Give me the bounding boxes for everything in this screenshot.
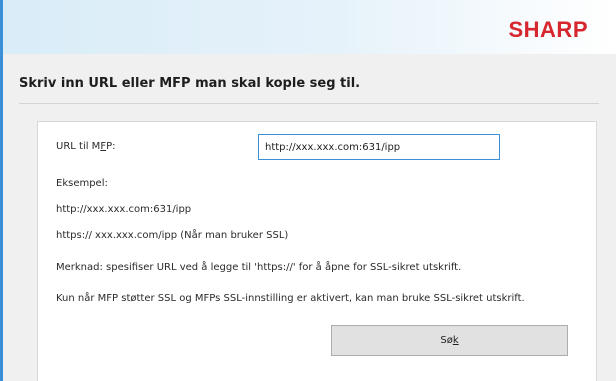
example-http-url: http://xxx.xxx.com:631/ipp <box>56 204 192 215</box>
ssl-note: Merknad: spesifiser URL ved å legge til … <box>56 262 462 273</box>
ssl-info: Kun når MFP støtter SSL og MFPs SSL-inns… <box>56 293 525 304</box>
sharp-logo: SHARP <box>508 17 588 42</box>
search-button[interactable]: Sø k <box>331 325 568 356</box>
url-label: URL til MFP: <box>56 141 116 152</box>
title-divider <box>19 103 599 104</box>
example-label: Eksempel: <box>56 178 108 189</box>
page-title: Skriv inn URL eller MFP man skal kople s… <box>19 76 361 91</box>
example-https-url: https:// xxx.xxx.com/ipp (Når man bruker… <box>56 230 289 241</box>
url-input[interactable] <box>258 134 500 160</box>
header-band: SHARP <box>3 0 616 54</box>
